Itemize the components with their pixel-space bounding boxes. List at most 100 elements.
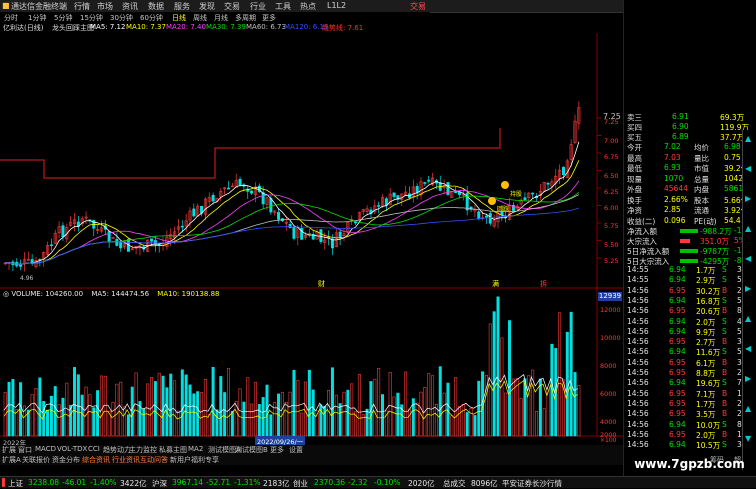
stat-value: 6.93 [664,163,681,172]
ma-lines [0,128,580,265]
period-tab[interactable]: 周线 [193,13,207,23]
stat-key: 量比 [694,153,709,163]
tick-direction: S [722,295,727,305]
period-tab-more[interactable]: 更多 [262,13,276,23]
tick-price: 6.94 [669,265,686,274]
menu-item-data[interactable]: 数据 [148,1,164,12]
toolbar-arrow-icon[interactable]: ▲ [745,404,751,413]
stat-key: 净资 [627,206,642,215]
toolbar-arrow-icon[interactable]: ◀ [745,254,751,263]
tick-direction: B [722,409,728,419]
tick-time: 14:56 [627,378,649,388]
menu-item-l1l2[interactable]: L1L2 [327,1,346,10]
menu-item-tools[interactable]: 工具 [275,1,291,12]
kline-chart[interactable]: 4.96 财 满 拆 持股回踩 [0,33,623,445]
period-tab[interactable]: 30分钟 [110,13,133,23]
price-tick-label: 6.25 [604,188,619,196]
flow-bar [680,249,698,253]
menu-item-quotes[interactable]: 行情 [74,1,90,12]
indicator-line: 亿利达(日线) 龙头回踩主图 MA5: 7.12 MA10: 7.37 MA20… [0,23,430,33]
indicator-tabs: 扩展 窗口 MACD VOL-TDX CCI 趋势动力 主力监控 私募主图 MA2 测试模图A 测试… [0,445,623,455]
indicator-tab[interactable]: 设置 [289,445,303,455]
toolbar-arrow-icon[interactable]: ▲ [745,134,751,143]
indicator-tab[interactable]: 更多 [270,445,284,455]
formula-name: 龙头回踩主图 [52,24,94,32]
tick-row: 14:56 6.94 10.5万 S 3 [624,440,756,451]
sh-amount: 3422亿 [120,479,147,488]
period-tab-daily[interactable]: 日线 [172,13,186,23]
indicator-tab[interactable]: 测试模图B [235,445,268,455]
tick-price: 6.95 [669,337,686,347]
toolbar-arrow-icon[interactable]: ▶ [745,374,751,383]
trade-button[interactable]: 交易 [410,1,426,12]
period-tab[interactable]: 多周期 [235,13,256,23]
stat-value: 54.4 [724,215,741,225]
side-toolbar[interactable]: ▲ ◀ ▶ ▲ ◀ ▶ ▲ ◀ ▶ ▲ ▼ [742,130,756,470]
info-tab[interactable]: 扩展A [2,455,21,465]
info-tab[interactable]: 关联报价 [22,455,50,465]
toolbar-arrow-icon[interactable]: ▶ [745,194,751,203]
sh-label[interactable]: 上证 [8,478,23,489]
info-tab[interactable]: 互动问答 [140,455,168,465]
period-tab[interactable]: 月线 [214,13,228,23]
stat-row: 最低 6.93 市值 39.2亿 [624,163,756,174]
tick-price: 6.95 [669,285,686,295]
toolbar-arrow-icon[interactable]: ◀ [745,344,751,353]
tick-time: 14:56 [627,409,649,419]
volume-bars [3,296,581,437]
indicator-tab[interactable]: VOL-TDX [57,445,87,453]
menu-item-industry[interactable]: 行业 [250,1,266,12]
menu-item-service[interactable]: 服务 [174,1,190,12]
toolbar-arrow-icon[interactable]: ▲ [745,224,751,233]
info-tab[interactable]: 新用户福利专享 [170,455,219,465]
menu-item-trade[interactable]: 交易 [224,1,240,12]
period-tab[interactable]: 5分钟 [54,13,72,23]
menu-item-market[interactable]: 市场 [97,1,113,12]
period-tab[interactable]: 1分钟 [28,13,46,23]
candles [3,101,581,272]
tick-time: 14:56 [627,337,649,347]
info-tab[interactable]: 行业资讯 [112,455,140,465]
indicator-tab[interactable]: MACD [35,445,56,453]
period-tab[interactable]: 60分钟 [140,13,163,23]
menu-item-hot[interactable]: 热点 [300,1,316,12]
sh-pct: -1.40% [90,478,117,487]
toolbar-arrow-icon[interactable]: ▼ [745,434,751,443]
indicator-tab[interactable]: 主力监控 [129,445,157,455]
indicator-tab[interactable]: 私募主图 [159,445,187,455]
event-marker: 财 [318,279,325,288]
cy-change: -2.32 [348,478,368,487]
toolbar-arrow-icon[interactable]: ▲ [745,314,751,323]
stat-value: 7.02 [664,142,681,151]
tick-price: 6.95 [669,368,686,377]
stat-key: 流通 [694,206,709,215]
cy-label[interactable]: 创业 [293,478,308,489]
tick-time: 14:56 [627,440,649,450]
info-tab[interactable]: 资金分布 [52,455,80,465]
indicator-tab[interactable]: 趋势动力 [103,445,131,455]
tick-time: 14:56 [627,429,649,439]
indicator-tab[interactable]: MA2 [188,445,203,453]
info-tab[interactable]: 综合资讯 [82,455,110,465]
menu-item-news[interactable]: 资讯 [122,1,138,12]
tick-price: 6.94 [669,419,686,429]
indicator-tab[interactable]: 扩展 [2,445,16,455]
event-marker: 拆 [540,279,547,288]
toolbar-arrow-icon[interactable]: ▶ [745,284,751,293]
tick-time: 14:56 [627,398,649,408]
tick-direction: S [722,275,727,285]
stat-key: 内盘 [694,185,709,194]
sh-up-icon: ▌ [2,478,8,487]
indicator-tab[interactable]: 窗口 [18,445,32,455]
tick-direction: B [722,388,728,398]
menu-item-discover[interactable]: 发现 [199,1,215,12]
tick-time: 14:56 [627,316,649,326]
indicator-tab[interactable]: CCI [88,445,100,453]
stat-row: 最高 7.03 量比 0.75 [624,153,756,164]
volume-tick-label: 10000 [600,334,621,342]
period-tab[interactable]: 15分钟 [80,13,103,23]
period-tab[interactable]: 分时 [4,13,18,23]
tick-time: 14:56 [627,419,649,429]
toolbar-arrow-icon[interactable]: ◀ [745,164,751,173]
hs-label[interactable]: 沪深 [152,478,167,489]
